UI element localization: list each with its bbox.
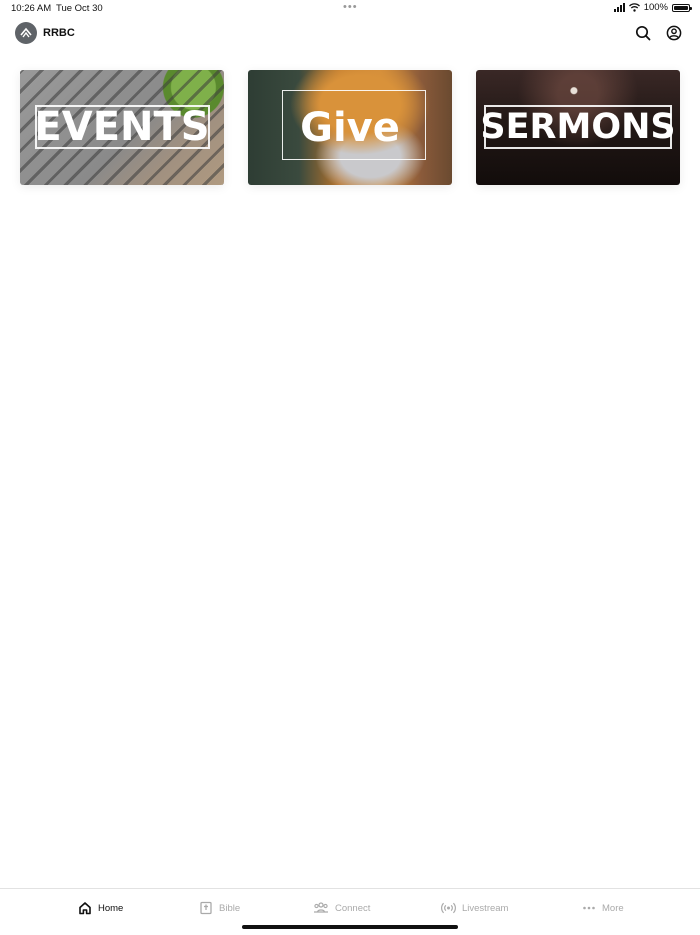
tab-bar: Home Bible Connect Livestream More <box>0 888 700 935</box>
status-indicators: 100% <box>613 2 692 13</box>
cellular-signal-icon <box>613 3 625 12</box>
bible-icon <box>200 901 212 915</box>
tab-bible-label: Bible <box>219 902 241 914</box>
sermons-card[interactable]: SERMONS <box>476 70 680 185</box>
multitasking-dots-icon[interactable]: ••• <box>343 1 358 13</box>
search-button[interactable] <box>633 23 653 43</box>
tab-more-label: More <box>602 902 624 914</box>
home-icon <box>79 902 91 915</box>
events-label: EVENTS <box>34 104 210 150</box>
give-card[interactable]: Give <box>248 70 452 185</box>
tab-connect-label: Connect <box>335 902 371 914</box>
battery-percent: 100% <box>643 2 668 13</box>
status-time: 10:26 AM <box>11 3 52 14</box>
battery-icon <box>672 3 692 12</box>
home-indicator[interactable] <box>242 925 458 929</box>
give-label: Give <box>300 105 400 151</box>
more-dots-icon <box>583 906 595 910</box>
user-circle-icon <box>666 25 682 41</box>
app-header: RRBC <box>0 18 700 52</box>
broadcast-icon <box>441 902 456 914</box>
sermons-label: SERMONS <box>480 107 676 147</box>
profile-button[interactable] <box>664 23 684 43</box>
status-date: Tue Oct 30 <box>56 3 103 14</box>
app-title: RRBC <box>43 27 75 39</box>
wifi-icon <box>628 3 640 12</box>
tab-livestream-label: Livestream <box>462 902 509 914</box>
church-logo-icon[interactable] <box>15 22 37 44</box>
tab-more[interactable]: More <box>582 898 624 918</box>
people-icon <box>314 902 328 913</box>
tab-connect[interactable]: Connect <box>313 898 370 918</box>
tab-home[interactable]: Home <box>78 898 123 918</box>
tab-livestream[interactable]: Livestream <box>441 898 508 918</box>
search-icon <box>635 25 651 41</box>
tab-home-label: Home <box>98 902 124 914</box>
status-bar: 10:26 AM Tue Oct 30 ••• 100% <box>0 0 700 18</box>
tab-bible[interactable]: Bible <box>199 898 240 918</box>
events-card[interactable]: EVENTS <box>20 70 224 185</box>
